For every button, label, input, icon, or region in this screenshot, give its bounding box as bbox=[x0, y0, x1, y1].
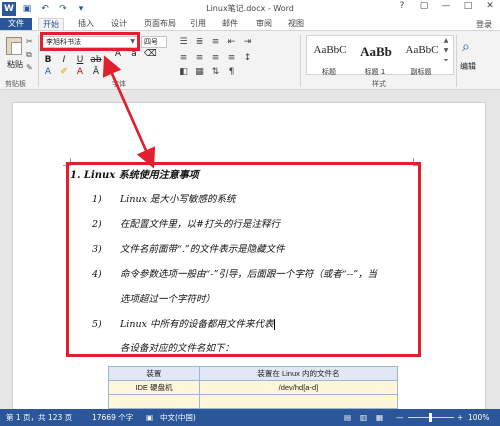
status-bar: 第 1 页，共 123 页 17669 个字 ▣ 中文(中国) ▤ ▥ ▦ — … bbox=[0, 409, 500, 426]
print-layout-icon[interactable]: ▥ bbox=[360, 409, 367, 426]
read-mode-icon[interactable]: ▤ bbox=[344, 409, 351, 426]
annotation-arrow bbox=[102, 55, 156, 169]
word-count[interactable]: 17669 个字 bbox=[92, 409, 133, 426]
zoom-out-button[interactable]: — bbox=[396, 409, 404, 426]
zoom-slider-thumb[interactable] bbox=[429, 413, 432, 422]
language-indicator[interactable]: 中文(中国) bbox=[160, 409, 196, 426]
zoom-level[interactable]: 100% bbox=[468, 409, 489, 426]
web-layout-icon[interactable]: ▦ bbox=[376, 409, 383, 426]
page-count[interactable]: 第 1 页，共 123 页 bbox=[6, 409, 72, 426]
proofing-icon[interactable]: ▣ bbox=[146, 409, 153, 426]
zoom-in-button[interactable]: + bbox=[457, 409, 463, 426]
